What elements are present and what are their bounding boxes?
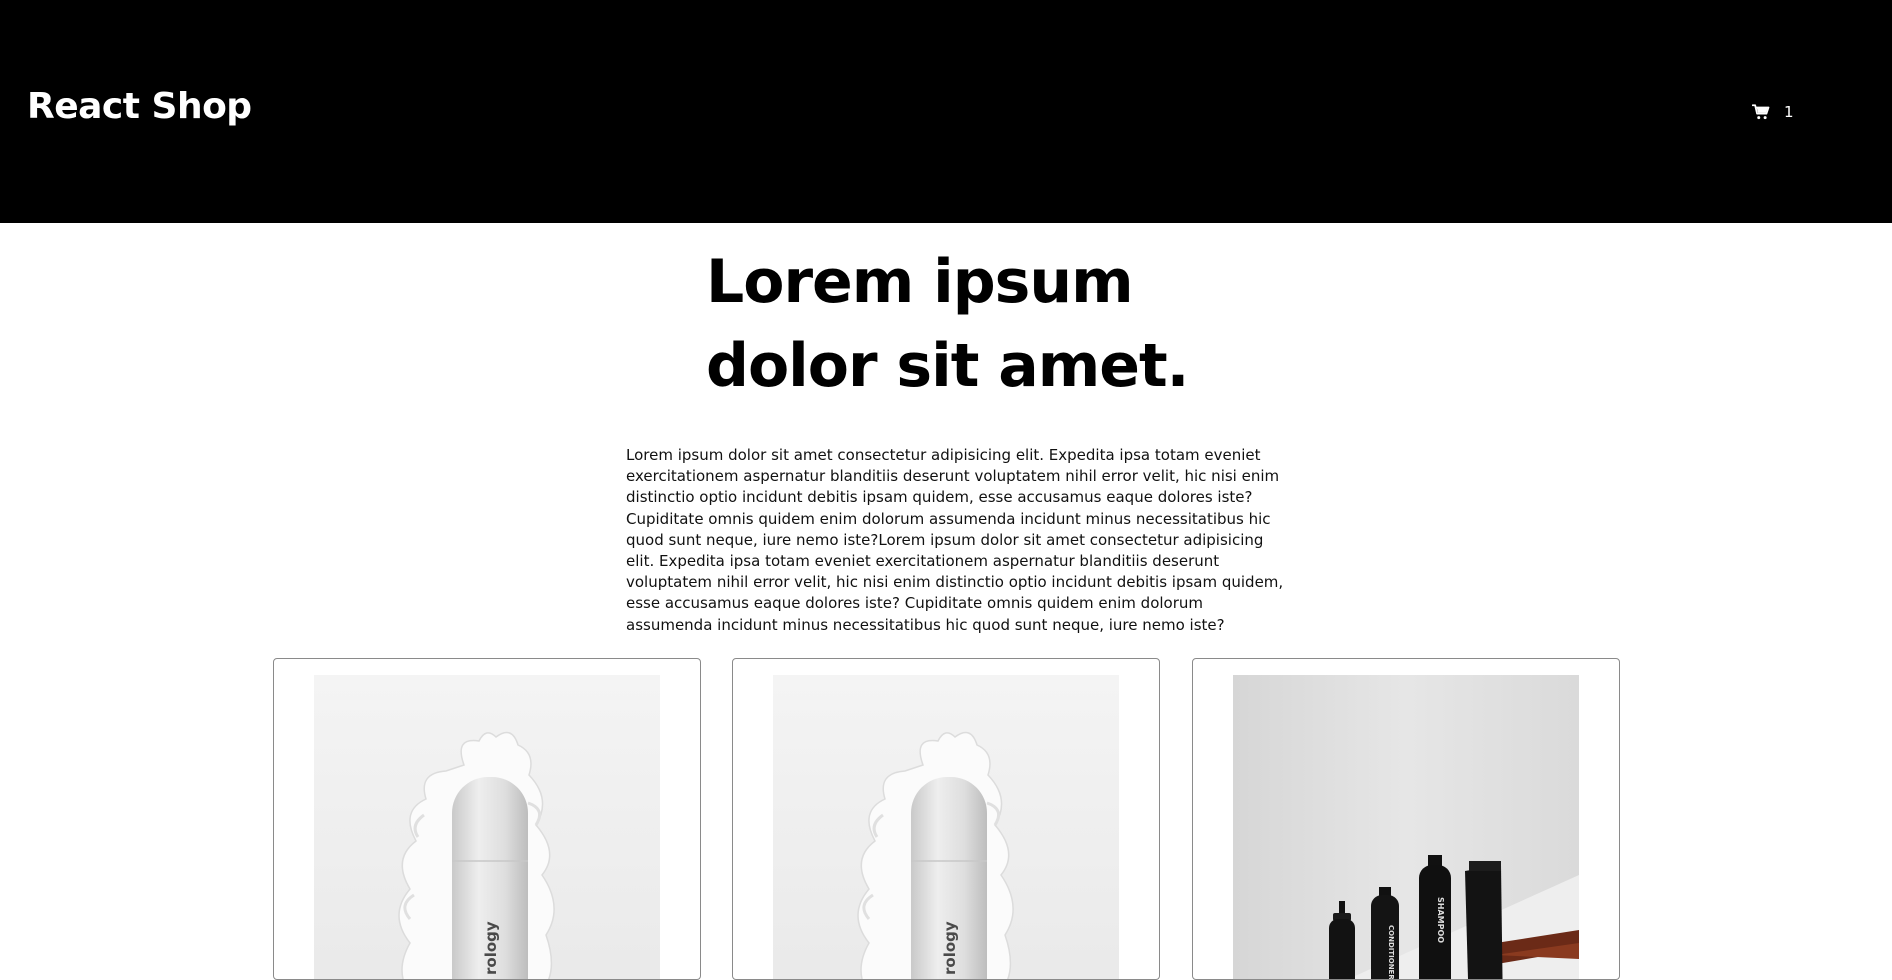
product-image[interactable]: CONDITIONER SHAMPOO xyxy=(1233,675,1579,980)
hero-title-line-2: dolor sit amet. xyxy=(706,331,1189,401)
product-image[interactable]: rology xyxy=(314,675,660,979)
white-bottle-splash-image: rology xyxy=(314,675,660,979)
hero-title-line-1: Lorem ipsum xyxy=(706,247,1134,317)
svg-text:SHAMPOO: SHAMPOO xyxy=(1436,897,1445,943)
shopping-cart-icon xyxy=(1752,104,1770,120)
product-image[interactable]: rology xyxy=(773,675,1119,979)
navbar: React Shop 1 xyxy=(0,0,1892,223)
product-card[interactable]: rology xyxy=(732,658,1160,980)
product-card[interactable]: rology xyxy=(273,658,701,980)
black-haircare-bottles-image: CONDITIONER SHAMPOO xyxy=(1233,675,1579,980)
hero-paragraph: Lorem ipsum dolor sit amet consectetur a… xyxy=(626,446,1284,634)
svg-text:CONDITIONER: CONDITIONER xyxy=(1387,925,1395,980)
cart-count: 1 xyxy=(1784,103,1794,121)
product-card[interactable]: CONDITIONER SHAMPOO xyxy=(1192,658,1620,980)
white-bottle-splash-image: rology xyxy=(773,675,1119,979)
svg-text:rology: rology xyxy=(941,921,959,975)
svg-text:rology: rology xyxy=(482,921,500,975)
cart-button[interactable]: 1 xyxy=(1752,100,1794,124)
hero-title: Lorem ipsum dolor sit amet. xyxy=(706,240,1226,408)
brand-logo[interactable]: React Shop xyxy=(27,86,252,127)
